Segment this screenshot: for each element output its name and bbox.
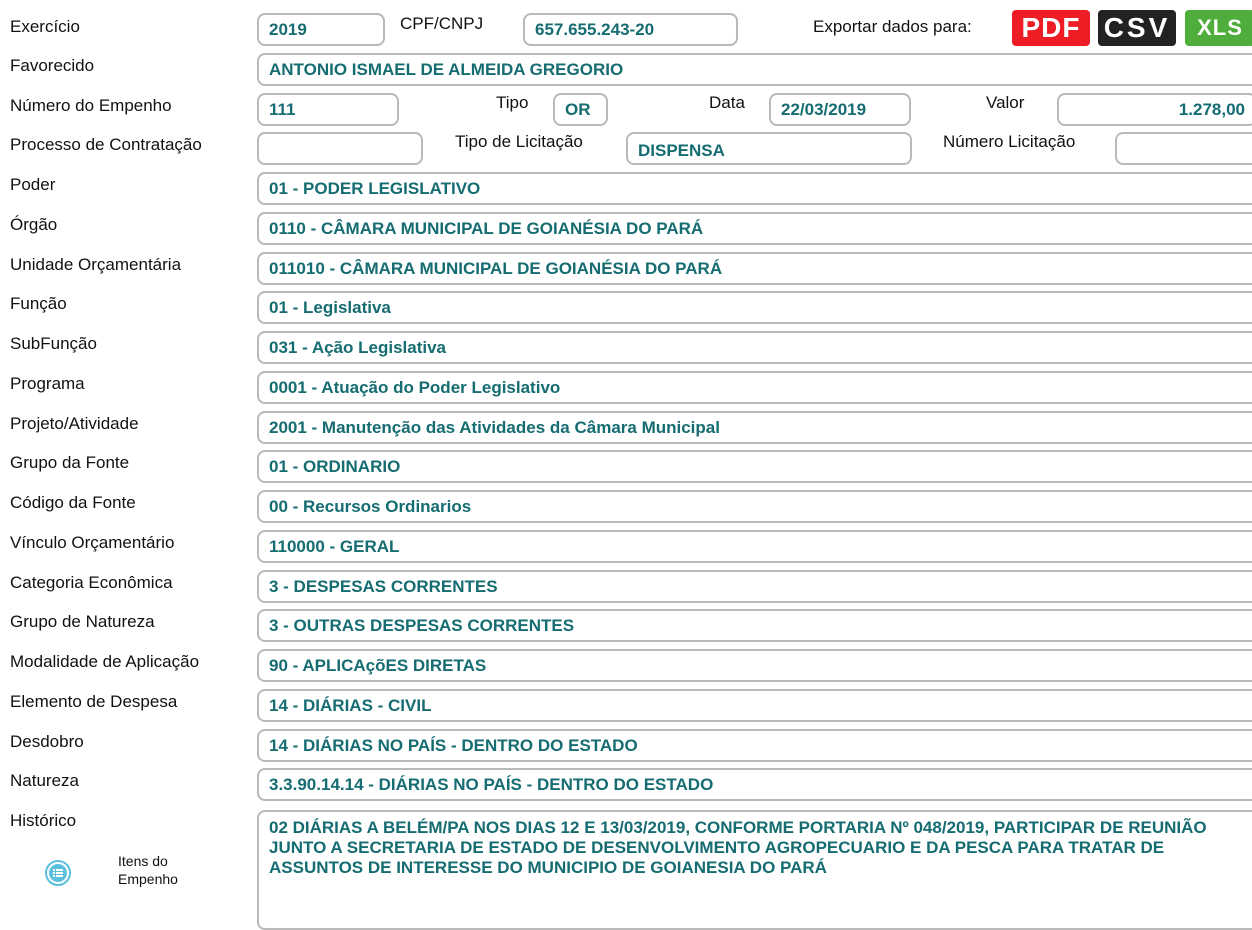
empenho-field[interactable]: 111 <box>257 93 399 126</box>
export-label: Exportar dados para: <box>813 17 972 36</box>
row-label: Modalidade de Aplicação <box>10 652 200 671</box>
exercicio-field[interactable]: 2019 <box>257 13 385 46</box>
export-csv-button[interactable]: CSV <box>1098 10 1176 46</box>
valor-label: Valor <box>986 93 1025 112</box>
row-field[interactable]: 3 - OUTRAS DESPESAS CORRENTES <box>257 609 1252 642</box>
processo-label: Processo de Contratação <box>10 135 202 154</box>
row-label: Poder <box>10 175 56 194</box>
row-label: Grupo de Natureza <box>10 612 155 631</box>
row-label: Projeto/Atividade <box>10 414 139 433</box>
favorecido-field[interactable]: ANTONIO ISMAEL DE ALMEIDA GREGORIO <box>257 53 1252 86</box>
row-field[interactable]: 0110 - CÂMARA MUNICIPAL DE GOIANÉSIA DO … <box>257 212 1252 245</box>
list-icon <box>45 860 71 886</box>
exercicio-label: Exercício <box>10 17 80 36</box>
itens-label-line1: Itens do <box>118 853 168 869</box>
cpf-label: CPF/CNPJ <box>400 14 484 33</box>
row-field[interactable]: 3 - DESPESAS CORRENTES <box>257 570 1252 603</box>
row-label: Grupo da Fonte <box>10 453 130 472</box>
row-field[interactable]: 01 - Legislativa <box>257 291 1252 324</box>
processo-field[interactable] <box>257 132 423 165</box>
numero-licitacao-field[interactable] <box>1115 132 1252 165</box>
row-field[interactable]: 90 - APLICAçõES DIRETAS <box>257 649 1252 682</box>
row-field[interactable]: 2001 - Manutenção das Atividades da Câma… <box>257 411 1252 444</box>
historico-field[interactable]: 02 DIÁRIAS A BELÉM/PA NOS DIAS 12 E 13/0… <box>257 810 1252 930</box>
row-field[interactable]: 00 - Recursos Ordinarios <box>257 490 1252 523</box>
row-field[interactable]: 01 - PODER LEGISLATIVO <box>257 172 1252 205</box>
row-label: Categoria Econômica <box>10 573 173 592</box>
valor-field[interactable]: 1.278,00 <box>1057 93 1252 126</box>
itens-empenho-label: Itens do Empenho <box>118 852 178 888</box>
row-label: Programa <box>10 374 85 393</box>
row-field[interactable]: 110000 - GERAL <box>257 530 1252 563</box>
export-xls-button[interactable]: XLS <box>1185 10 1252 46</box>
row-field[interactable]: 011010 - CÂMARA MUNICIPAL DE GOIANÉSIA D… <box>257 252 1252 285</box>
historico-label: Histórico <box>10 811 77 830</box>
row-field[interactable]: 14 - DIÁRIAS - CIVIL <box>257 689 1252 722</box>
row-label: Unidade Orçamentária <box>10 255 182 274</box>
tipo-field[interactable]: OR <box>553 93 608 126</box>
numero-licitacao-label: Número Licitação <box>943 132 1076 151</box>
empenho-label: Número do Empenho <box>10 96 172 115</box>
row-label: Código da Fonte <box>10 493 136 512</box>
row-field[interactable]: 0001 - Atuação do Poder Legislativo <box>257 371 1252 404</box>
cpf-field[interactable]: 657.655.243-20 <box>523 13 738 46</box>
tipo-label: Tipo <box>496 93 529 112</box>
data-field[interactable]: 22/03/2019 <box>769 93 911 126</box>
row-label: SubFunção <box>10 334 97 353</box>
itens-label-line2: Empenho <box>118 871 178 887</box>
row-field[interactable]: 14 - DIÁRIAS NO PAÍS - DENTRO DO ESTADO <box>257 729 1252 762</box>
row-label: Função <box>10 294 67 313</box>
row-field[interactable]: 01 - ORDINARIO <box>257 450 1252 483</box>
export-pdf-button[interactable]: PDF <box>1012 10 1090 46</box>
row-field[interactable]: 3.3.90.14.14 - DIÁRIAS NO PAÍS - DENTRO … <box>257 768 1252 801</box>
tipo-licitacao-field[interactable]: DISPENSA <box>626 132 912 165</box>
favorecido-label: Favorecido <box>10 56 95 75</box>
data-label: Data <box>709 93 745 112</box>
row-label: Natureza <box>10 771 79 790</box>
row-label: Elemento de Despesa <box>10 692 178 711</box>
row-label: Vínculo Orçamentário <box>10 533 175 552</box>
row-label: Órgão <box>10 215 58 234</box>
row-label: Desdobro <box>10 732 84 751</box>
tipo-licitacao-label: Tipo de Licitação <box>455 132 583 151</box>
row-field[interactable]: 031 - Ação Legislativa <box>257 331 1252 364</box>
itens-empenho-button[interactable]: Itens do Empenho <box>45 852 225 902</box>
